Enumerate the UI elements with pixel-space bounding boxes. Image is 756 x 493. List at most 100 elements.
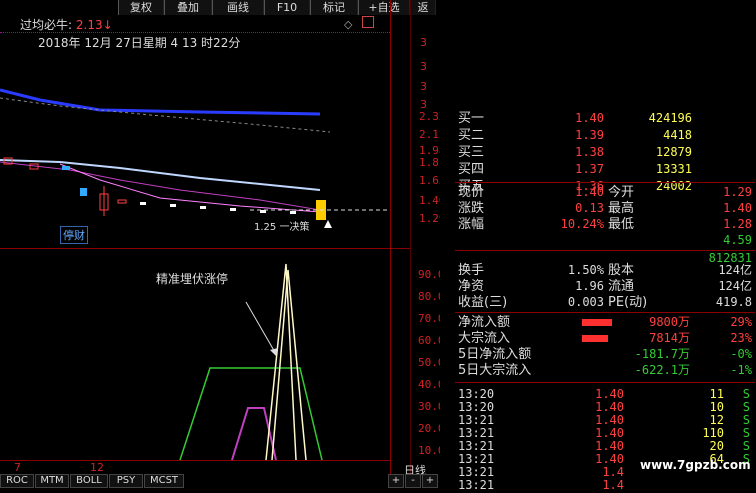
bid-level-volume: 13331 — [655, 162, 692, 176]
candles — [3, 157, 326, 220]
candle — [170, 204, 176, 207]
candle — [80, 188, 87, 196]
bid-level-row[interactable]: 买四 1.37 13331 — [458, 161, 754, 178]
info-row: 换手 1.50% 股本 124亿 — [458, 262, 754, 279]
bid-level-price: 1.39 — [575, 128, 604, 142]
restore-rights-button[interactable]: 复权 — [118, 0, 164, 15]
watermark: www.7gpzb.com — [640, 458, 751, 472]
candle — [62, 166, 70, 170]
kline-right-tick: 3 — [420, 80, 427, 93]
flow-label: 净流入额 — [458, 315, 511, 330]
kline-chart[interactable] — [0, 40, 390, 240]
flow-row: 大宗流入 7814万 23% — [458, 330, 754, 347]
bid-level-volume: 12879 — [655, 145, 692, 159]
separator — [455, 182, 755, 183]
up-arrow-icon — [324, 220, 332, 228]
separator — [455, 312, 755, 313]
f10-button[interactable]: F10 — [264, 0, 310, 15]
candle — [290, 211, 296, 214]
stat-label: 涨跌 — [458, 201, 485, 216]
back-button[interactable]: 返 — [410, 0, 436, 15]
stat-label: 现价 — [458, 185, 485, 200]
stat-value: 1.40 — [575, 185, 604, 199]
stat-value: 10.24% — [560, 217, 604, 231]
draw-line-button[interactable]: 画线 — [212, 0, 264, 15]
flow-amount: 7814万 — [649, 331, 690, 345]
flow-label: 5日大宗流入 — [458, 363, 532, 378]
add-indicator-button[interactable]: + — [422, 474, 438, 488]
flow-amount: 9800万 — [649, 315, 690, 329]
bid-level-price: 1.37 — [575, 162, 604, 176]
zoom-out-button[interactable]: - — [405, 474, 421, 488]
bid-level-volume: 424196 — [648, 111, 692, 125]
x-axis-label: 12 — [90, 461, 104, 474]
bid-level-label: 买四 — [458, 162, 485, 177]
bid-level-price: 1.38 — [575, 145, 604, 159]
bid-level-row[interactable]: 买二 1.39 4418 — [458, 127, 754, 144]
info-label: 流通 — [608, 279, 635, 294]
info-label: 股本 — [608, 263, 635, 278]
mark-button[interactable]: 标记 — [310, 0, 358, 15]
square-icon[interactable] — [362, 16, 374, 28]
bid-level-price: 1.40 — [575, 111, 604, 125]
tab-mcst[interactable]: MCST — [144, 474, 184, 488]
flow-pct: 23% — [730, 331, 752, 345]
stat-label: 最高 — [608, 201, 635, 216]
separator — [455, 382, 755, 383]
chart-divider — [390, 0, 391, 487]
flow-row: 5日大宗流入 -622.1万 -1% — [458, 362, 754, 379]
info-label: 换手 — [458, 263, 485, 278]
indicator-name: 过均必牛: — [20, 18, 73, 32]
info-label: PE(动) — [608, 295, 648, 310]
candle — [117, 199, 127, 204]
kline-left-label[interactable]: 停财 — [60, 226, 88, 244]
diamond-icon[interactable]: ◇ — [344, 18, 352, 31]
green-line — [179, 367, 323, 461]
flow-bar — [582, 319, 612, 326]
stat-row: 涨幅 10.24% 最低 1.28 — [458, 216, 754, 233]
add-watchlist-button[interactable]: +自选 — [358, 0, 410, 15]
kline-right-tick: 3 — [420, 36, 427, 49]
candle — [140, 202, 146, 205]
x-axis-label: 7 — [14, 461, 21, 474]
bid-level-label: 买二 — [458, 128, 485, 143]
bid-level-volume: 4418 — [663, 128, 692, 142]
info-label: 收益(三) — [458, 295, 508, 310]
tab-roc[interactable]: ROC — [0, 474, 34, 488]
extra-value-1: 4.59 — [723, 233, 752, 247]
kline-bottom-label: 1.25 一决策 — [254, 222, 310, 233]
tab-boll[interactable]: BOLL — [70, 474, 108, 488]
trade-price: 1.4 — [602, 478, 624, 492]
indicator-value: 2.13↓ — [75, 18, 113, 32]
stat-label: 涨幅 — [458, 217, 485, 232]
stat-value: 1.40 — [723, 201, 752, 215]
tab-psy[interactable]: PSY — [109, 474, 143, 488]
flow-label: 5日净流入额 — [458, 347, 532, 362]
ma-lightblue-line — [0, 159, 321, 191]
info-label: 净资 — [458, 279, 485, 294]
info-value: 0.003 — [567, 295, 604, 309]
extra-row-1: 4.59 — [458, 232, 754, 249]
separator — [455, 250, 755, 251]
stat-value: 1.28 — [723, 217, 752, 231]
bid-level-row[interactable]: 买一 1.40 424196 — [458, 110, 754, 127]
overlay-button[interactable]: 叠加 — [164, 0, 212, 15]
annotation-arrow — [245, 301, 277, 355]
candle — [230, 208, 236, 211]
bid-level-label: 买三 — [458, 145, 485, 160]
stat-row: 涨跌 0.13 最高 1.40 — [458, 200, 754, 217]
info-row: 净资 1.96 流通 124亿 — [458, 278, 754, 295]
tab-mtm[interactable]: MTM — [35, 474, 69, 488]
ma-pink-line — [59, 163, 321, 213]
yellow-line-2 — [271, 269, 307, 461]
flow-pct: 29% — [730, 315, 752, 329]
flow-bar — [582, 335, 608, 342]
ma-blue-line — [0, 88, 321, 116]
bid-level-row[interactable]: 买三 1.38 12879 — [458, 144, 754, 161]
flow-pct: -1% — [730, 363, 752, 377]
dotted-line — [0, 32, 390, 35]
zoom-in-button[interactable]: + — [388, 474, 404, 488]
bid-level-label: 买一 — [458, 111, 485, 126]
info-value: 419.8 — [715, 295, 752, 309]
trade-time: 13:21 — [458, 478, 495, 492]
